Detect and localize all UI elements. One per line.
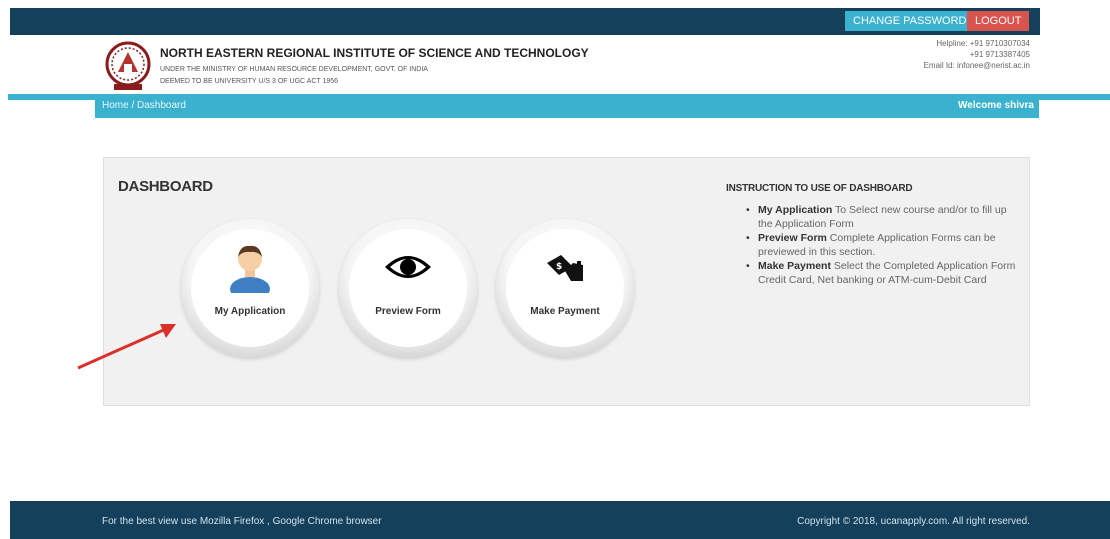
welcome-text: Welcome shivra xyxy=(958,100,1034,111)
instruction-term: Preview Form xyxy=(758,232,827,244)
email: Email Id: infonee@nerist.ac.in xyxy=(923,61,1030,70)
footer-browser-note: For the best view use Mozilla Firefox , … xyxy=(102,516,382,527)
instruction-term: My Application xyxy=(758,204,833,216)
instructions-list: My Application To Select new course and/… xyxy=(746,204,1018,288)
helpline-1: Helpline: +91 9710307034 xyxy=(936,39,1030,48)
pointer-arrow-icon xyxy=(77,324,176,370)
my-application-label[interactable]: My Application xyxy=(181,306,319,317)
breadcrumb[interactable]: Home / Dashboard xyxy=(102,100,186,111)
list-item: Make Payment Select the Completed Applic… xyxy=(746,260,1018,287)
list-item: My Application To Select new course and/… xyxy=(746,204,1018,231)
footer-copyright: Copyright © 2018, ucanapply.com. All rig… xyxy=(797,516,1030,527)
dashboard-title: DASHBOARD xyxy=(118,178,213,195)
helpline-2: +91 9713387405 xyxy=(969,50,1030,59)
svg-text:$: $ xyxy=(556,262,562,272)
institute-subtitle: UNDER THE MINISTRY OF HUMAN RESOURCE DEV… xyxy=(160,66,428,73)
eye-icon xyxy=(339,251,477,283)
page: CHANGE PASSWORD LOGOUT NORTH EASTERN REG… xyxy=(0,0,1110,539)
contact-info: Helpline: +91 9710307034 +91 9713387405 … xyxy=(924,38,1030,71)
instruction-term: Make Payment xyxy=(758,260,831,272)
preview-form-label[interactable]: Preview Form xyxy=(339,306,477,317)
institute-subtitle-2: DEEMED TO BE UNIVERSITY U/S 3 OF UGC ACT… xyxy=(160,78,339,85)
nav-bar xyxy=(95,94,1039,118)
user-icon xyxy=(181,241,319,293)
instructions-title: INSTRUCTION TO USE OF DASHBOARD xyxy=(726,183,913,194)
institute-name: NORTH EASTERN REGIONAL INSTITUTE OF SCIE… xyxy=(160,46,589,60)
payment-icon: $ xyxy=(496,253,634,285)
list-item: Preview Form Complete Application Forms … xyxy=(746,232,1018,259)
change-password-button[interactable]: CHANGE PASSWORD xyxy=(845,11,975,31)
logout-button[interactable]: LOGOUT xyxy=(967,11,1030,31)
make-payment-label[interactable]: Make Payment xyxy=(496,306,634,317)
my-application-tile[interactable]: My Application xyxy=(181,219,319,357)
institute-logo xyxy=(104,40,152,92)
make-payment-tile[interactable]: $ Make Payment xyxy=(496,219,634,357)
preview-form-tile[interactable]: Preview Form xyxy=(339,219,477,357)
